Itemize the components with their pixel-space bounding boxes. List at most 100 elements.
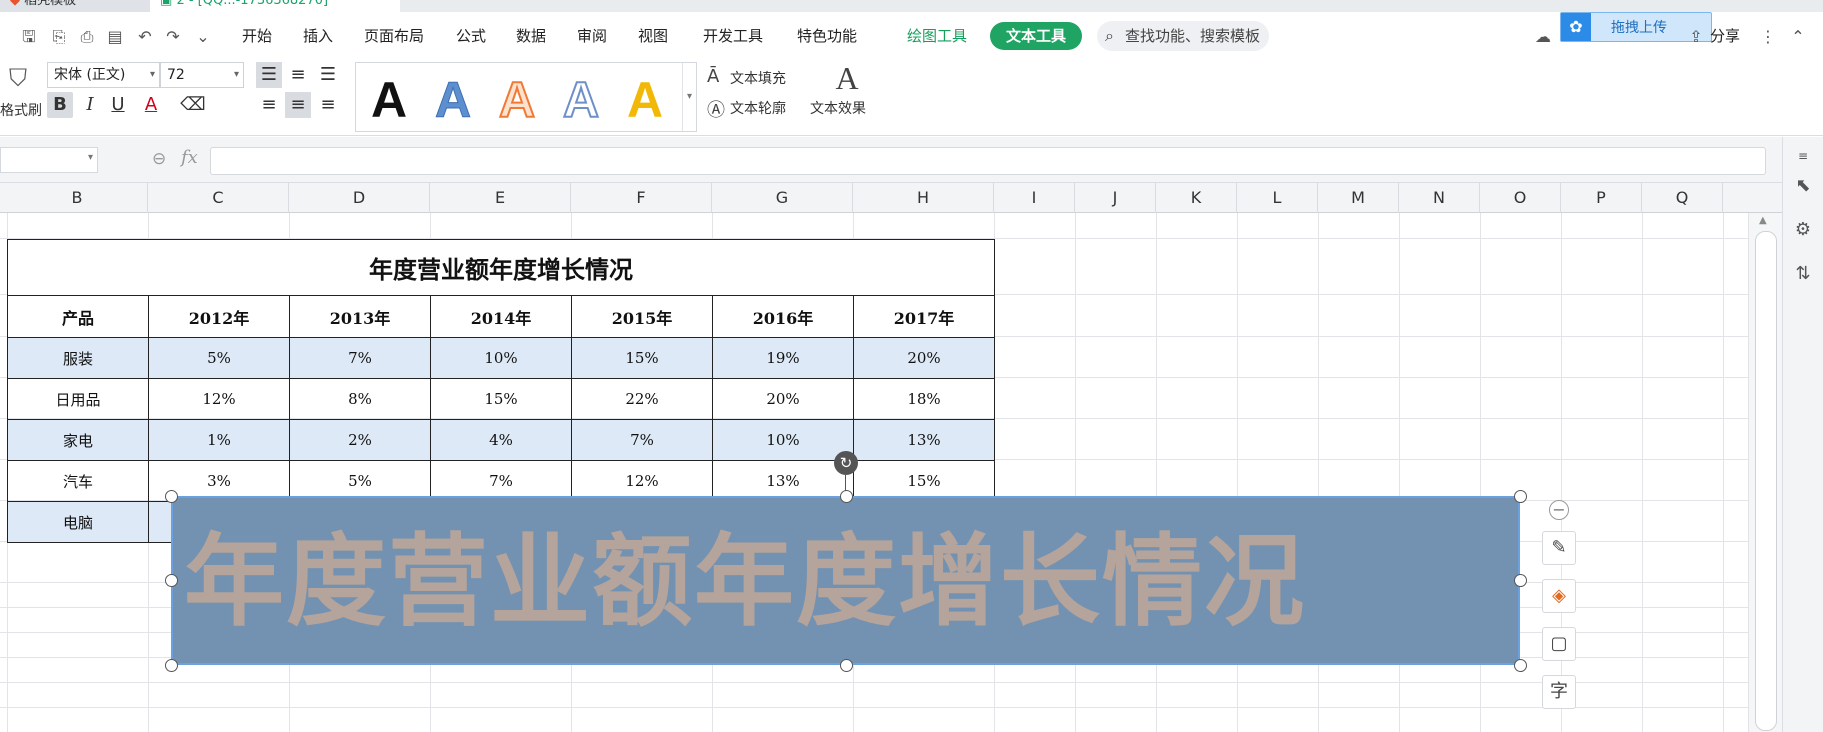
- sidebar-menu-icon[interactable]: ≡: [1792, 145, 1814, 167]
- table-header-cell[interactable]: 2012年: [148, 295, 290, 338]
- menu-view[interactable]: 视图: [638, 24, 668, 48]
- text-outline-button[interactable]: 文本轮廓: [730, 98, 786, 118]
- column-header[interactable]: L: [1237, 183, 1318, 213]
- value-cell[interactable]: 13%: [853, 419, 995, 461]
- value-cell[interactable]: 7%: [571, 419, 713, 461]
- resize-handle-right[interactable]: [1514, 574, 1527, 587]
- quick-access-more-icon[interactable]: ⌄: [192, 26, 214, 48]
- text-style-blue[interactable]: A: [428, 71, 478, 129]
- align-left-icon[interactable]: ≡: [256, 92, 282, 118]
- table-header-cell[interactable]: 2015年: [571, 295, 713, 338]
- value-cell[interactable]: 20%: [853, 337, 995, 379]
- collapse-ribbon-icon[interactable]: ⌃: [1787, 26, 1809, 48]
- font-color-button[interactable]: A: [138, 92, 164, 118]
- text-style-black[interactable]: A: [364, 71, 414, 129]
- table-title[interactable]: 年度营业额年度增长情况: [7, 239, 995, 296]
- menu-special-features[interactable]: 特色功能: [797, 24, 857, 48]
- align-bottom-icon[interactable]: ☰: [315, 62, 341, 88]
- share-icon[interactable]: ⇪: [1685, 26, 1707, 48]
- resize-handle-top-right[interactable]: [1514, 490, 1527, 503]
- rotate-handle-icon[interactable]: ↻: [834, 451, 858, 475]
- column-header[interactable]: B: [7, 183, 148, 213]
- value-cell[interactable]: 10%: [430, 337, 572, 379]
- column-header[interactable]: C: [148, 183, 289, 213]
- resize-handle-bottom-right[interactable]: [1514, 659, 1527, 672]
- resize-handle-top[interactable]: [840, 490, 853, 503]
- column-header[interactable]: G: [712, 183, 853, 213]
- wordart-textbox[interactable]: 年度营业额年度增长情况: [171, 496, 1520, 665]
- column-header[interactable]: J: [1075, 183, 1156, 213]
- column-header[interactable]: I: [994, 183, 1075, 213]
- menu-data[interactable]: 数据: [516, 24, 546, 48]
- doc-tab-templates[interactable]: ◆ 稻壳模板: [0, 0, 168, 12]
- shape-style-icon[interactable]: ✎: [1542, 531, 1576, 565]
- gallery-more-icon[interactable]: ▾: [682, 63, 696, 131]
- doc-tab-active[interactable]: ▣ 2 - [QQ...-1736368270]: [150, 0, 400, 12]
- text-fill-button[interactable]: 文本填充: [730, 68, 786, 88]
- vertical-scrollbar[interactable]: ▲: [1748, 213, 1782, 732]
- redo-icon[interactable]: ↷: [162, 26, 184, 48]
- settings-sliders-icon[interactable]: ⚙: [1792, 219, 1814, 241]
- column-header[interactable]: H: [853, 183, 994, 213]
- save-icon[interactable]: 🖫: [18, 26, 40, 48]
- tab-text-tools[interactable]: 文本工具: [990, 22, 1083, 50]
- menu-review[interactable]: 审阅: [577, 24, 607, 48]
- sort-icon[interactable]: ⇅: [1792, 263, 1814, 285]
- underline-button[interactable]: U: [105, 92, 131, 118]
- menu-page-layout[interactable]: 页面布局: [364, 24, 424, 48]
- eraser-icon[interactable]: ⌫: [180, 92, 206, 118]
- more-menu-icon[interactable]: ⋮: [1757, 26, 1779, 48]
- value-cell[interactable]: 5%: [148, 337, 290, 379]
- column-header[interactable]: E: [430, 183, 571, 213]
- align-center-icon[interactable]: ≡: [285, 92, 311, 118]
- outline-icon[interactable]: ▢: [1542, 627, 1576, 661]
- font-name-select[interactable]: 宋体 (正文) ▾: [47, 62, 160, 88]
- product-cell[interactable]: 电脑: [7, 501, 149, 543]
- font-size-select[interactable]: 72 ▾: [160, 62, 244, 88]
- select-cursor-icon[interactable]: ⬉: [1792, 175, 1814, 197]
- column-header[interactable]: M: [1318, 183, 1399, 213]
- value-cell[interactable]: 8%: [289, 378, 431, 420]
- resize-handle-bottom[interactable]: [840, 659, 853, 672]
- zoom-icon[interactable]: ⊖: [152, 149, 166, 169]
- cloud-icon[interactable]: ☁: [1532, 26, 1554, 48]
- menu-home[interactable]: 开始: [242, 24, 272, 48]
- share-button[interactable]: 分享: [1710, 24, 1740, 48]
- align-right-icon[interactable]: ≡: [315, 92, 341, 118]
- scroll-up-icon[interactable]: ▲: [1759, 215, 1767, 226]
- value-cell[interactable]: 7%: [289, 337, 431, 379]
- value-cell[interactable]: 15%: [571, 337, 713, 379]
- fill-bucket-icon[interactable]: ◈: [1542, 579, 1576, 613]
- name-box[interactable]: ▾: [0, 147, 98, 173]
- value-cell[interactable]: 12%: [148, 378, 290, 420]
- column-header[interactable]: K: [1156, 183, 1237, 213]
- collapse-icon[interactable]: −: [1549, 500, 1569, 520]
- product-cell[interactable]: 汽车: [7, 460, 149, 502]
- table-header-cell[interactable]: 2017年: [853, 295, 995, 338]
- print-icon[interactable]: ⎙: [76, 26, 98, 48]
- resize-handle-top-left[interactable]: [165, 490, 178, 503]
- table-header-cell[interactable]: 2014年: [430, 295, 572, 338]
- value-cell[interactable]: 15%: [430, 378, 572, 420]
- bold-button[interactable]: B: [47, 92, 73, 118]
- column-header[interactable]: D: [289, 183, 430, 213]
- undo-icon[interactable]: ↶: [134, 26, 156, 48]
- tab-drawing-tools[interactable]: 绘图工具: [891, 22, 983, 50]
- format-painter-quick-icon[interactable]: ⎘: [48, 26, 70, 48]
- column-header[interactable]: F: [571, 183, 712, 213]
- text-wrap-icon[interactable]: 字: [1542, 675, 1576, 709]
- align-top-icon[interactable]: ☰: [256, 62, 282, 88]
- scroll-thumb[interactable]: [1755, 231, 1777, 731]
- value-cell[interactable]: 10%: [712, 419, 854, 461]
- resize-handle-bottom-left[interactable]: [165, 659, 178, 672]
- menu-developer[interactable]: 开发工具: [703, 24, 763, 48]
- column-header[interactable]: P: [1561, 183, 1642, 213]
- value-cell[interactable]: 19%: [712, 337, 854, 379]
- textbox-text[interactable]: 年度营业额年度增长情况: [184, 497, 1514, 664]
- text-style-yellow[interactable]: A: [620, 71, 670, 129]
- value-cell[interactable]: 1%: [148, 419, 290, 461]
- text-effect-button[interactable]: 文本效果: [810, 98, 866, 118]
- column-header[interactable]: Q: [1642, 183, 1723, 213]
- menu-formulas[interactable]: 公式: [456, 24, 486, 48]
- italic-button[interactable]: I: [77, 92, 103, 118]
